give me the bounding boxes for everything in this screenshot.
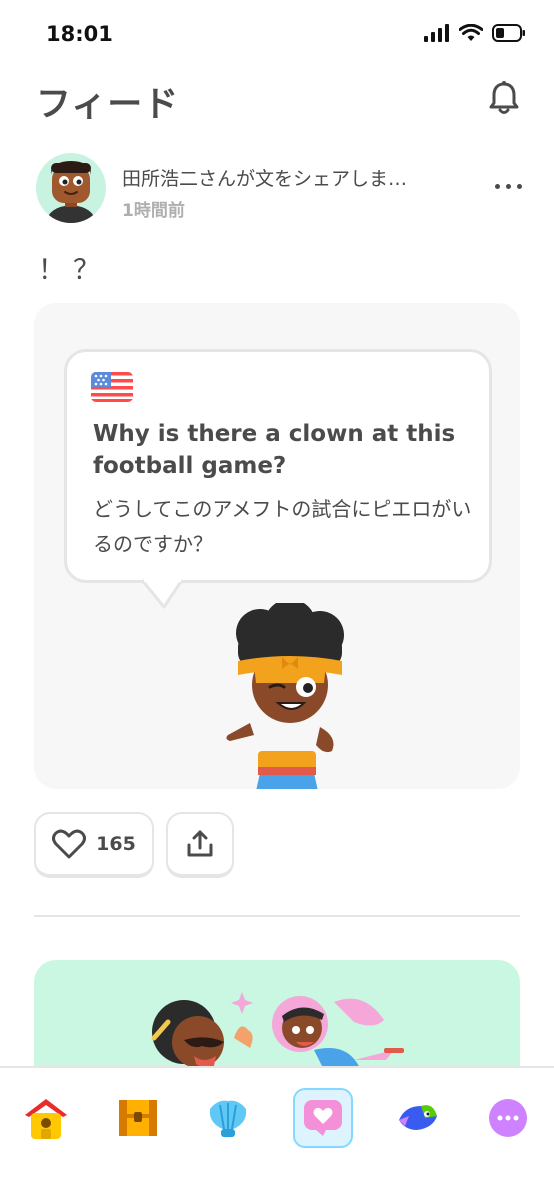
like-button[interactable]: 165 <box>34 812 154 878</box>
signal-icon <box>424 24 449 42</box>
treasure-chest-icon <box>119 1100 157 1136</box>
post-time: 1時間前 <box>122 201 185 221</box>
speech-bubble: Why is there a clown at this football ga… <box>64 349 492 583</box>
sentence-japanese: どうしてこのアメフトの試合にピエロがいるのですか？ <box>93 497 472 556</box>
heart-icon <box>304 1100 342 1136</box>
heart-outline-icon <box>52 829 87 859</box>
battery-icon <box>492 24 525 42</box>
bird-icon <box>399 1105 437 1130</box>
tab-home[interactable] <box>16 1088 76 1148</box>
bell-icon[interactable] <box>484 78 524 118</box>
sentence-english: Why is there a clown at this football ga… <box>93 421 456 479</box>
share-upload-icon <box>187 830 213 857</box>
wifi-icon <box>459 24 483 41</box>
character-illustration <box>226 603 344 789</box>
tab-bird[interactable] <box>388 1088 448 1148</box>
share-button[interactable] <box>166 812 234 878</box>
page-title: フィード <box>36 85 180 125</box>
shell-icon <box>209 1100 247 1137</box>
us-flag-icon <box>91 372 133 402</box>
divider <box>34 915 520 917</box>
status-icons <box>424 24 526 42</box>
status-time: 18:01 <box>46 22 113 46</box>
tab-more[interactable] <box>478 1088 538 1148</box>
feed-header: フィード <box>0 70 554 132</box>
bottom-tab-bar <box>0 1066 554 1200</box>
more-options-icon[interactable] <box>490 176 526 196</box>
tab-feed[interactable] <box>293 1088 353 1148</box>
post-header: 田所浩二さんが文をシェアしま… 1時間前 <box>36 150 526 226</box>
shared-sentence-card[interactable]: Why is there a clown at this football ga… <box>34 303 520 789</box>
tab-chest[interactable] <box>108 1088 168 1148</box>
avatar[interactable] <box>36 153 106 223</box>
like-count: 165 <box>96 833 136 855</box>
post-text: ！？ <box>38 255 108 286</box>
speech-bubble-tail <box>142 579 184 609</box>
home-house-icon <box>25 1099 67 1139</box>
post-author: 田所浩二さんが文をシェアしま… <box>122 168 408 190</box>
status-bar: 18:01 <box>0 0 554 70</box>
tab-shell[interactable] <box>198 1088 258 1148</box>
more-dots-icon <box>489 1099 527 1137</box>
avatar-illustration <box>46 161 96 223</box>
